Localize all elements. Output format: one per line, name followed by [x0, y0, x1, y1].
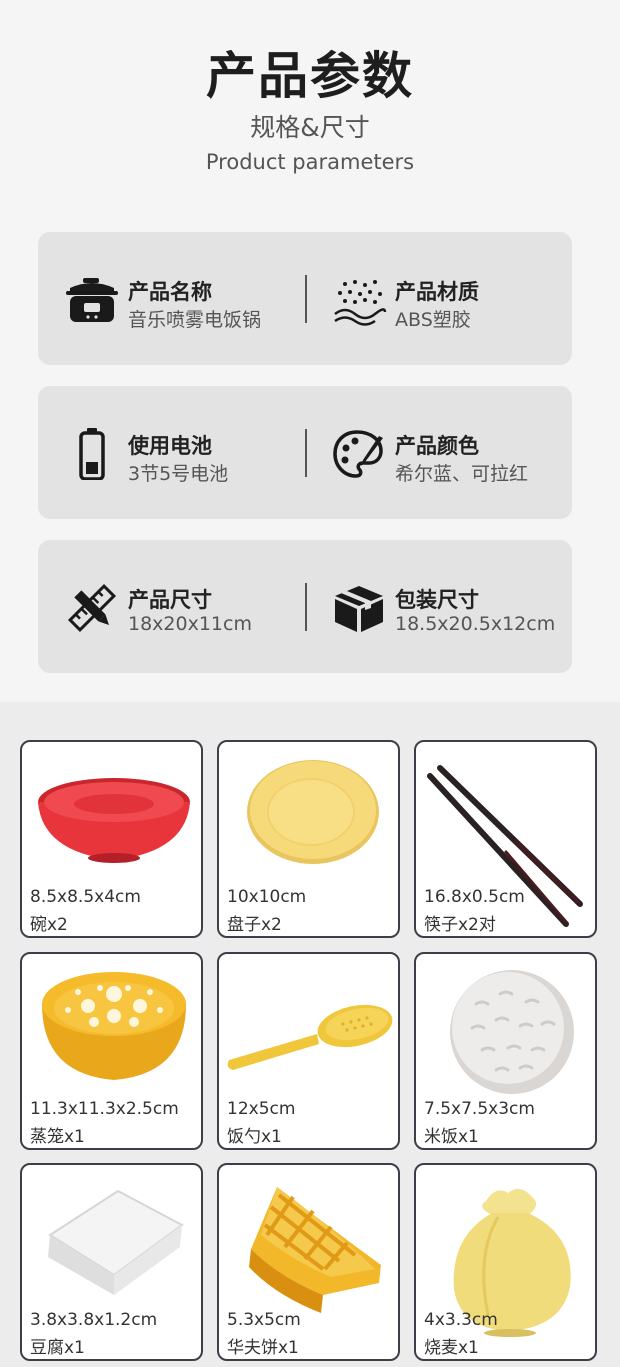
parts-section: 8.5x8.5x4cm 碗x2 10x10cm 盘子x2 16.8x0.5cm … — [0, 702, 620, 1367]
spec-label: 产品材质 — [395, 280, 479, 304]
part-name: 盘子x2 — [227, 915, 282, 935]
part-size: 8.5x8.5x4cm — [30, 887, 141, 907]
rice-cooker-icon — [66, 278, 118, 322]
spec-label: 产品名称 — [128, 280, 212, 304]
spec-label: 产品尺寸 — [128, 588, 212, 612]
part-size: 11.3x11.3x2.5cm — [30, 1099, 179, 1119]
palette-icon — [333, 430, 383, 478]
spec-label: 使用电池 — [128, 434, 212, 458]
part-size: 3.8x3.8x1.2cm — [30, 1310, 158, 1330]
waffle-image — [249, 1187, 381, 1313]
part-card-waffle: 5.3x5cm 华夫饼x1 — [217, 1163, 400, 1361]
package-box-icon — [335, 586, 383, 632]
spec-item-product-size: 产品尺寸 18x20x11cm — [38, 540, 305, 673]
part-name: 筷子x2对 — [424, 915, 496, 935]
ruler-pencil-icon — [67, 583, 117, 633]
part-name: 米饭x1 — [424, 1127, 479, 1147]
tofu-image — [48, 1189, 184, 1295]
spec-value: 3节5号电池 — [128, 463, 229, 485]
part-name: 饭勺x1 — [227, 1127, 282, 1147]
battery-icon — [79, 428, 105, 480]
spec-item-package-size: 包装尺寸 18.5x20.5x12cm — [307, 540, 572, 673]
material-dots-icon — [334, 280, 387, 326]
shumai-image — [453, 1188, 571, 1337]
spec-item-battery: 使用电池 3节5号电池 — [38, 386, 305, 519]
steamer-image — [42, 972, 186, 1080]
spec-value: 18x20x11cm — [128, 613, 252, 635]
part-name: 豆腐x1 — [30, 1338, 85, 1358]
spec-value: 音乐喷雾电饭锅 — [128, 309, 262, 331]
spec-value: 18.5x20.5x12cm — [395, 613, 556, 635]
rice-spoon-image — [227, 1004, 393, 1070]
part-size: 5.3x5cm — [227, 1310, 301, 1330]
part-card-rice: 7.5x7.5x3cm 米饭x1 — [414, 952, 597, 1150]
part-size: 4x3.3cm — [424, 1310, 498, 1330]
spec-value: ABS塑胶 — [395, 309, 471, 331]
part-card-shumai: 4x3.3cm 烧麦x1 — [414, 1163, 597, 1361]
part-card-chopsticks: 16.8x0.5cm 筷子x2对 — [414, 740, 597, 938]
chopsticks-image — [427, 765, 583, 927]
spec-label: 产品颜色 — [395, 434, 479, 458]
spec-item-material: 产品材质 ABS塑胶 — [307, 232, 572, 365]
part-name: 华夫饼x1 — [227, 1338, 299, 1358]
red-bowl-image — [38, 778, 190, 863]
spec-label: 包装尺寸 — [395, 588, 479, 612]
spec-section: 产品参数 规格&尺寸 Product parameters 产品名称 音乐喷雾电… — [0, 0, 620, 702]
spec-card-battery-color: 使用电池 3节5号电池 产品颜色 希尔蓝、可拉红 — [38, 386, 572, 519]
spec-item-product-name: 产品名称 音乐喷雾电饭锅 — [38, 232, 305, 365]
spec-card-dimensions: 产品尺寸 18x20x11cm 包装尺寸 18.5x20.5x12cm — [38, 540, 572, 673]
page-title: 产品参数 — [206, 47, 414, 105]
part-card-tofu: 3.8x3.8x1.2cm 豆腐x1 — [20, 1163, 203, 1361]
yellow-plate-image — [247, 760, 379, 864]
part-name: 烧麦x1 — [424, 1338, 479, 1358]
part-size: 7.5x7.5x3cm — [424, 1099, 535, 1119]
part-card-steamer: 11.3x11.3x2.5cm 蒸笼x1 — [20, 952, 203, 1150]
part-card-bowl: 8.5x8.5x4cm 碗x2 — [20, 740, 203, 938]
part-name: 碗x2 — [30, 915, 68, 935]
part-size: 16.8x0.5cm — [424, 887, 525, 907]
spec-value: 希尔蓝、可拉红 — [395, 463, 529, 485]
spec-item-color: 产品颜色 希尔蓝、可拉红 — [307, 386, 572, 519]
part-card-rice-spoon: 12x5cm 饭勺x1 — [217, 952, 400, 1150]
part-card-plate: 10x10cm 盘子x2 — [217, 740, 400, 938]
spec-card-name-material: 产品名称 音乐喷雾电饭锅 产品材质 ABS塑胶 — [38, 232, 572, 365]
page-subtitle-english: Product parameters — [205, 150, 415, 174]
part-size: 12x5cm — [227, 1099, 296, 1119]
part-size: 10x10cm — [227, 887, 307, 907]
page-subtitle: 规格&尺寸 — [250, 113, 370, 142]
rice-ball-image — [450, 970, 574, 1094]
part-name: 蒸笼x1 — [30, 1127, 85, 1147]
